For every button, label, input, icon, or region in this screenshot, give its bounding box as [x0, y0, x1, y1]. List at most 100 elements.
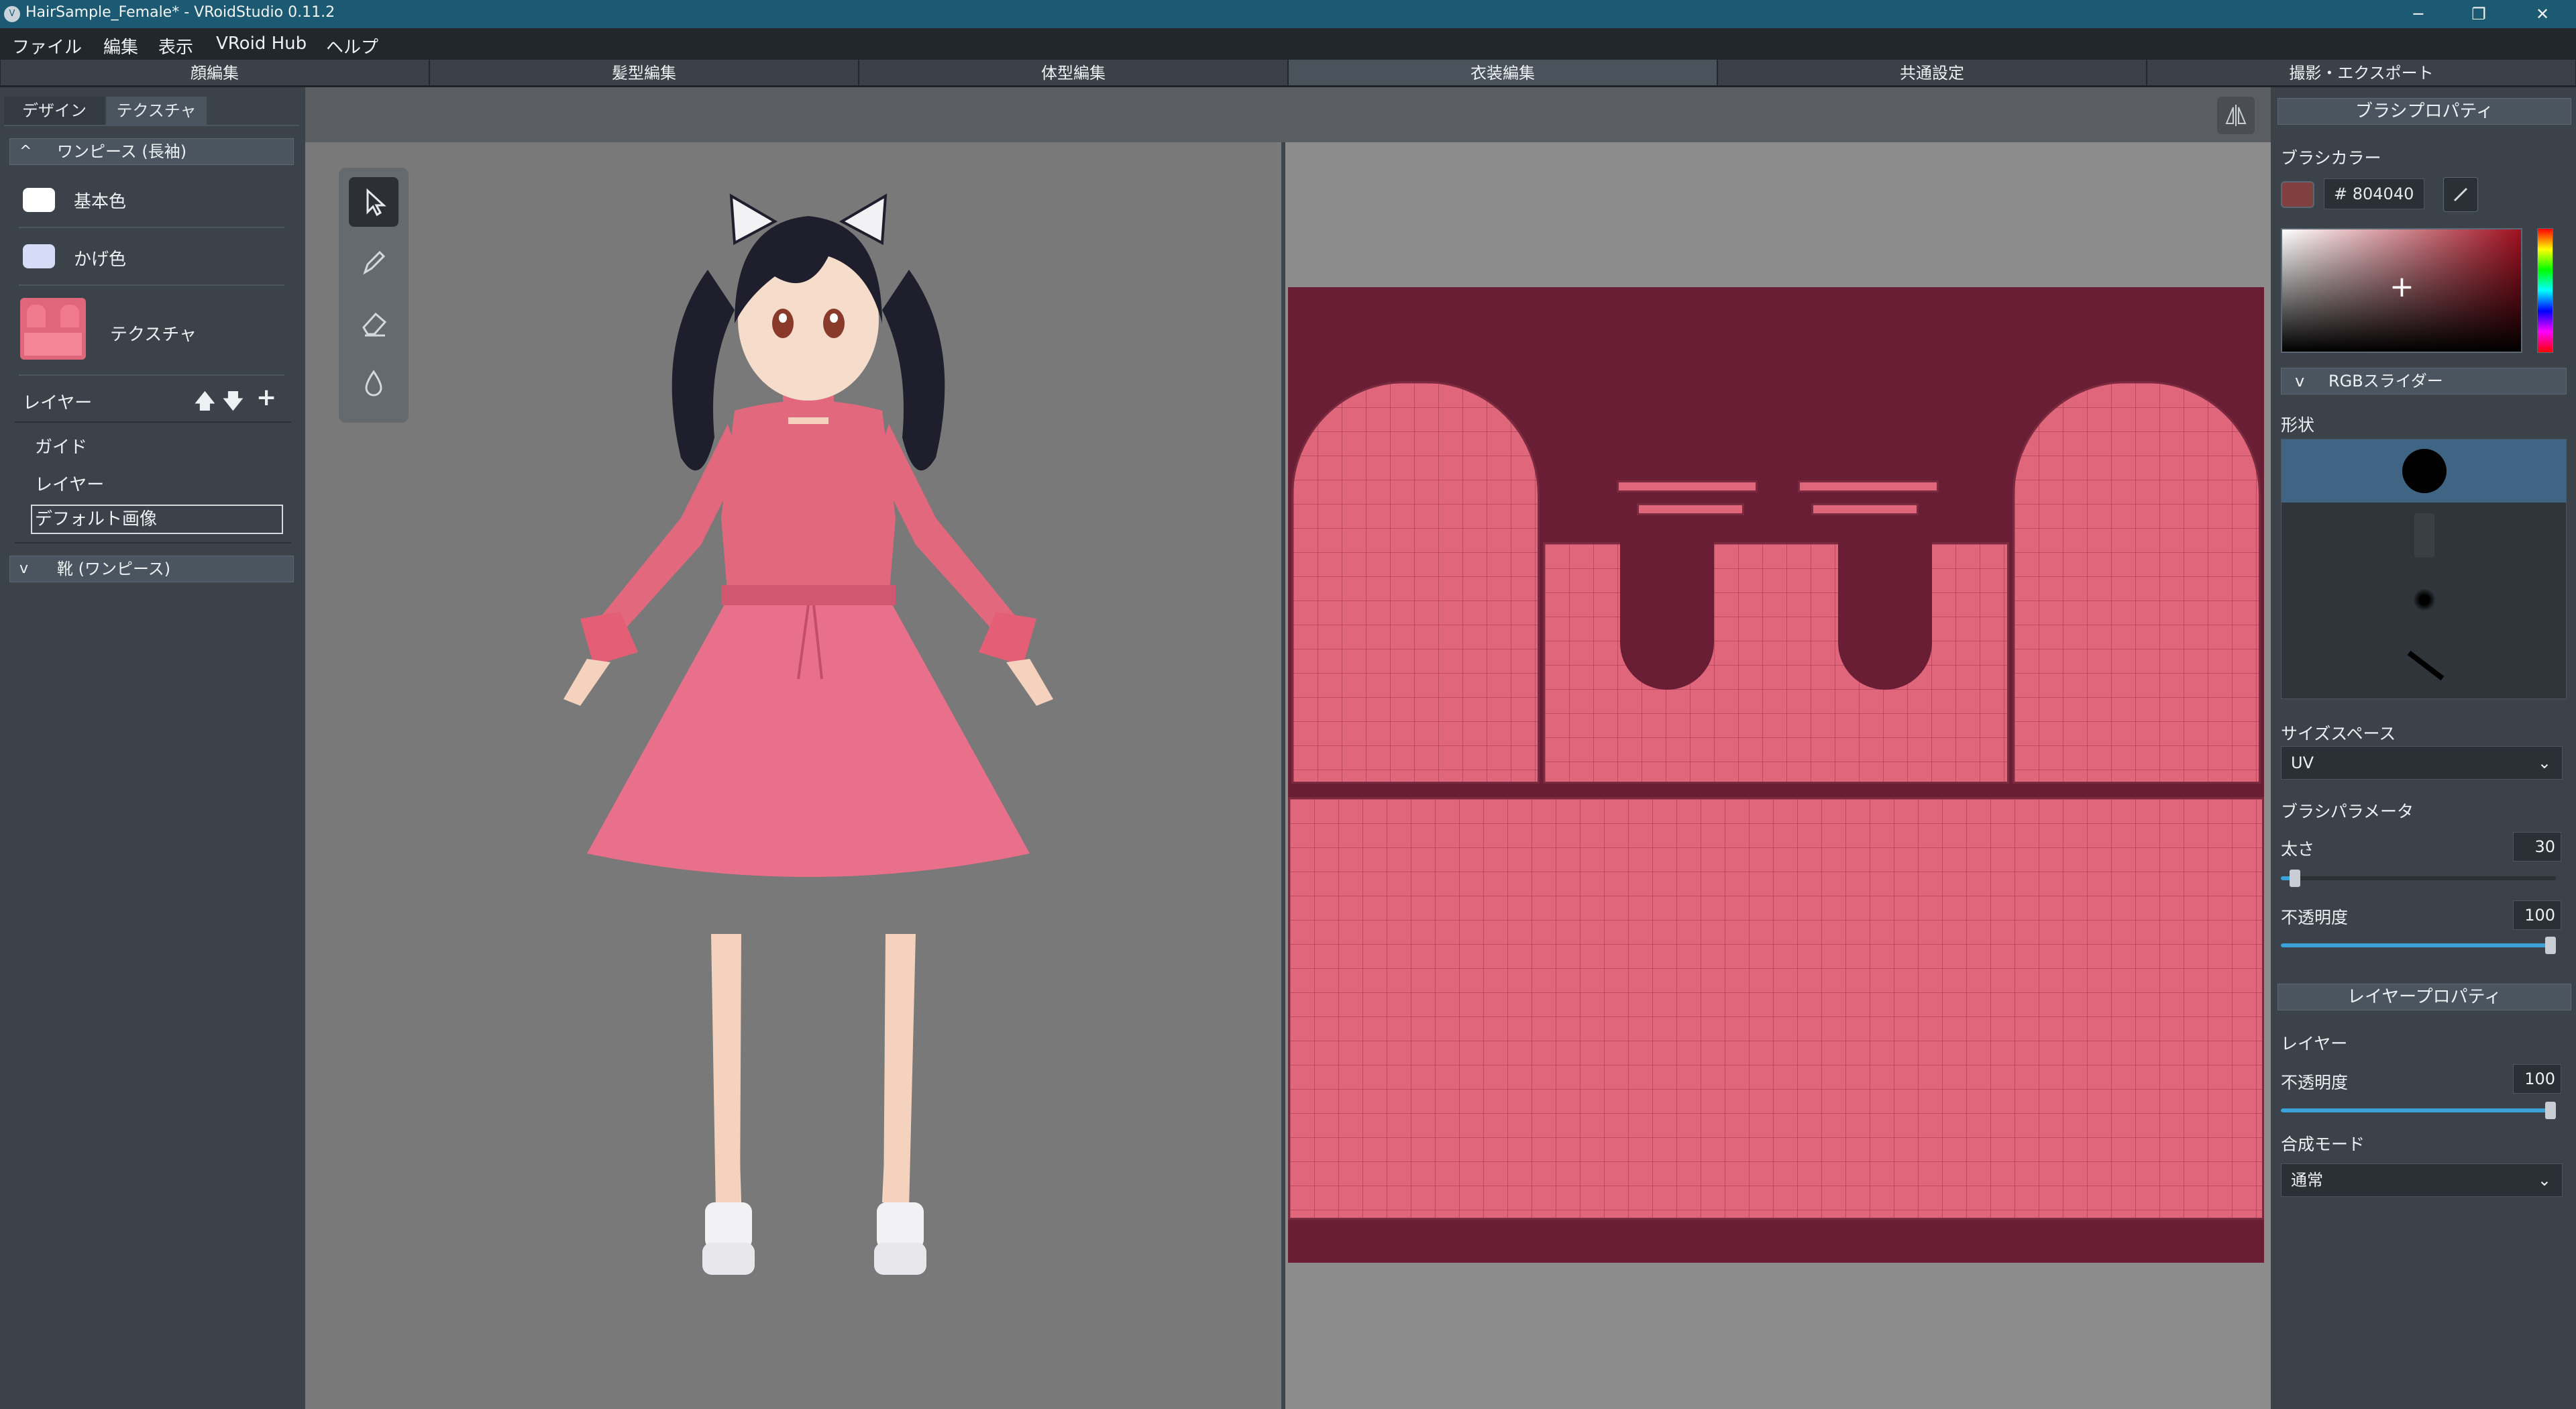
- menu-bar: ファイル 編集 表示 VRoid Hub ヘルプ: [0, 28, 2576, 59]
- thumb-skirt: [24, 333, 82, 356]
- hue-slider[interactable]: [2537, 228, 2553, 353]
- texture-thumbnail[interactable]: [20, 298, 86, 360]
- divider: [19, 227, 284, 228]
- eyedropper-button[interactable]: [2443, 177, 2478, 212]
- menu-edit[interactable]: 編集: [103, 34, 138, 58]
- layer-prop-layer-label: レイヤー: [2281, 1034, 2348, 1053]
- tab-hair-edit[interactable]: 髪型編集: [429, 59, 859, 86]
- blend-mode-dropdown[interactable]: 通常 ⌄: [2281, 1163, 2563, 1197]
- window-title: HairSample_Female* - VRoidStudio 0.11.2: [25, 4, 335, 21]
- fill-tool-button[interactable]: [349, 358, 398, 408]
- subtab-divider: [4, 125, 299, 126]
- pen-tool-button[interactable]: [349, 238, 398, 287]
- shade-color-swatch[interactable]: [23, 244, 55, 268]
- chevron-down-icon: ⌄: [2537, 753, 2551, 772]
- uv-armhole: [1620, 535, 1714, 690]
- brush-color-hex-input[interactable]: # 804040: [2324, 178, 2424, 209]
- tab-body-edit[interactable]: 体型編集: [859, 59, 1288, 86]
- eraser-tool-button[interactable]: [349, 298, 398, 348]
- soft-brush-icon: [2413, 588, 2436, 611]
- line-brush-icon: [2407, 650, 2445, 681]
- tab-outfit-edit[interactable]: 衣装編集: [1288, 59, 1717, 86]
- blend-mode-label: 合成モード: [2281, 1135, 2365, 1154]
- select-tool-button[interactable]: [349, 177, 398, 227]
- divider: [19, 284, 284, 286]
- chevron-down-icon: ⌄: [2537, 1171, 2551, 1190]
- add-layer-button[interactable]: +: [256, 384, 276, 411]
- minimize-button[interactable]: ─: [2388, 0, 2449, 28]
- maximize-button[interactable]: ❐: [2449, 0, 2509, 28]
- uv-bodice: [1543, 542, 2009, 784]
- color-picker-crosshair[interactable]: +: [2390, 272, 2414, 302]
- brush-shape-line[interactable]: [2282, 633, 2566, 696]
- uv-strip: [1811, 503, 1919, 515]
- uv-strip: [1637, 503, 1744, 515]
- layer-up-button[interactable]: 🡅: [195, 386, 215, 421]
- droplet-icon: [365, 370, 382, 397]
- thickness-slider[interactable]: [2281, 870, 2556, 887]
- 3d-viewport[interactable]: [305, 142, 1281, 1409]
- layer-opacity-value-input[interactable]: 100: [2513, 1064, 2561, 1094]
- app-icon: V: [4, 6, 20, 22]
- layer-item-layer[interactable]: レイヤー: [35, 471, 104, 496]
- brush-opacity-slider-thumb[interactable]: [2545, 937, 2556, 954]
- section-shoes-header[interactable]: v 靴 (ワンピース): [9, 556, 294, 582]
- layer-down-button[interactable]: 🡇: [223, 386, 244, 421]
- layer-opacity-slider[interactable]: [2281, 1102, 2556, 1119]
- tab-photo-export[interactable]: 撮影・エクスポート: [2147, 59, 2576, 86]
- brush-shape-soft[interactable]: [2282, 568, 2566, 631]
- pencil-brush-icon: [2414, 513, 2434, 558]
- layer-list-bottom-line: [15, 542, 291, 543]
- mode-tabs: 顔編集 髪型編集 体型編集 衣装編集 共通設定 撮影・エクスポート: [0, 59, 2576, 87]
- tab-common-settings[interactable]: 共通設定: [1717, 59, 2147, 86]
- section-onepiece-header[interactable]: ^ ワンピース (長袖): [9, 138, 294, 165]
- eraser-icon: [362, 312, 387, 337]
- subtab-texture[interactable]: テクスチャ: [106, 97, 207, 125]
- menu-help[interactable]: ヘルプ: [326, 34, 378, 58]
- mirror-icon: [2225, 105, 2247, 126]
- brush-opacity-value-input[interactable]: 100: [2513, 900, 2561, 930]
- character-model: [564, 193, 1053, 1275]
- mirror-toggle-button[interactable]: [2217, 97, 2255, 134]
- shape-label: 形状: [2281, 415, 2315, 435]
- close-button[interactable]: ✕: [2512, 0, 2573, 28]
- uv-armhole: [1838, 535, 1932, 690]
- menu-vroid-hub[interactable]: VRoid Hub: [216, 34, 307, 54]
- thickness-value-input[interactable]: 30: [2513, 832, 2561, 862]
- layer-item-guide[interactable]: ガイド: [35, 433, 87, 458]
- menu-view[interactable]: 表示: [158, 34, 193, 58]
- size-space-dropdown[interactable]: UV ⌄: [2281, 746, 2563, 780]
- brush-opacity-slider[interactable]: [2281, 937, 2556, 954]
- layer-opacity-slider-thumb[interactable]: [2545, 1102, 2556, 1119]
- brush-opacity-slider-fill: [2281, 943, 2556, 947]
- rgb-slider-toggle[interactable]: v RGBスライダー: [2281, 368, 2567, 395]
- uv-strip: [1617, 480, 1758, 492]
- layer-properties-header: レイヤープロパティ: [2277, 984, 2571, 1010]
- uv-sleeve-left: [1291, 381, 1540, 784]
- section-onepiece-title: ワンピース (長袖): [57, 142, 187, 161]
- brush-properties-header: ブラシプロパティ: [2277, 98, 2571, 125]
- tab-face-edit[interactable]: 顔編集: [0, 59, 429, 86]
- brush-color-swatch[interactable]: [2281, 181, 2314, 208]
- round-brush-icon: [2402, 449, 2447, 493]
- viewport-top-bar: [305, 87, 2271, 142]
- brush-shape-round-selected[interactable]: [2282, 439, 2566, 503]
- chevron-down-icon: v: [2295, 372, 2305, 390]
- size-space-label: サイズスペース: [2281, 724, 2396, 743]
- subtab-design[interactable]: デザイン: [4, 97, 105, 125]
- color-picker-field[interactable]: +: [2281, 228, 2522, 353]
- divider: [19, 374, 284, 376]
- layer-item-default-image[interactable]: デフォルト画像: [31, 505, 283, 534]
- pen-icon: [363, 250, 386, 275]
- cursor-icon: [366, 188, 386, 217]
- uv-texture-canvas[interactable]: [1288, 287, 2264, 1263]
- chevron-down-icon: v: [19, 560, 29, 577]
- brush-color-label: ブラシカラー: [2281, 148, 2381, 168]
- thumb-sleeve: [60, 305, 79, 327]
- layer-opacity-slider-fill: [2281, 1108, 2556, 1112]
- uv-sleeve-right: [2012, 381, 2261, 784]
- base-color-swatch[interactable]: [23, 188, 55, 212]
- menu-file[interactable]: ファイル: [12, 34, 82, 58]
- brush-shape-pencil[interactable]: [2282, 504, 2566, 567]
- thickness-slider-thumb[interactable]: [2290, 870, 2300, 887]
